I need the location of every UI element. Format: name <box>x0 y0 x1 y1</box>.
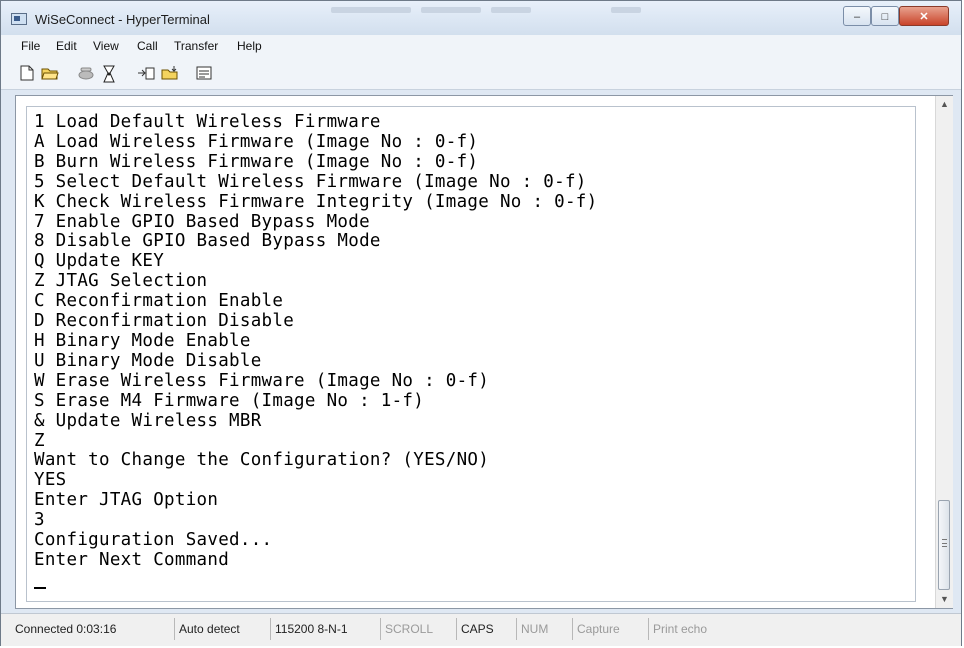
toolbar <box>1 59 961 90</box>
terminal-output[interactable]: 1 Load Default Wireless Firmware A Load W… <box>26 106 916 602</box>
menu-bar: File Edit View Call Transfer Help <box>1 35 961 59</box>
menu-file[interactable]: File <box>21 39 40 53</box>
terminal-line: C Reconfirmation Enable <box>34 291 284 312</box>
status-auto-detect: Auto detect <box>175 618 271 640</box>
terminal-line: Z <box>34 430 45 451</box>
terminal-lines: 1 Load Default Wireless Firmware A Load W… <box>34 112 598 571</box>
scroll-thumb[interactable] <box>938 500 950 590</box>
terminal-line: H Binary Mode Enable <box>34 330 251 351</box>
terminal-line: D Reconfirmation Disable <box>34 311 295 332</box>
menu-edit[interactable]: Edit <box>56 39 77 53</box>
title-bar[interactable]: WiSeConnect - HyperTerminal – □ ✕ <box>1 1 961 35</box>
terminal-line: YES <box>34 470 67 491</box>
status-bar: Connected 0:03:16 Auto detect 115200 8-N… <box>1 613 961 646</box>
background-window-ghost <box>491 7 531 13</box>
terminal-line: U Binary Mode Disable <box>34 350 262 371</box>
terminal-line: K Check Wireless Firmware Integrity (Ima… <box>34 191 598 212</box>
terminal-line: 3 <box>34 510 45 531</box>
scroll-down-arrow-icon[interactable]: ▼ <box>936 591 953 608</box>
menu-transfer[interactable]: Transfer <box>174 39 218 53</box>
terminal-line: Configuration Saved... <box>34 530 273 551</box>
disconnect-icon[interactable] <box>101 65 117 83</box>
scroll-up-arrow-icon[interactable]: ▲ <box>936 96 953 113</box>
status-capture: Capture <box>573 618 649 640</box>
open-folder-icon[interactable] <box>41 65 59 81</box>
terminal-line: B Burn Wireless Firmware (Image No : 0-f… <box>34 151 479 172</box>
terminal-line: W Erase Wireless Firmware (Image No : 0-… <box>34 370 490 391</box>
status-print-echo: Print echo <box>653 622 708 636</box>
grip-icon <box>942 539 947 547</box>
maximize-button[interactable]: □ <box>871 6 899 26</box>
close-button[interactable]: ✕ <box>899 6 949 26</box>
send-file-icon[interactable] <box>137 65 155 81</box>
terminal-frame: 1 Load Default Wireless Firmware A Load W… <box>15 95 953 609</box>
terminal-line: Enter JTAG Option <box>34 490 219 511</box>
background-window-ghost <box>331 7 411 13</box>
text-cursor <box>34 587 46 589</box>
status-connected-time: Connected 0:03:16 <box>11 618 175 640</box>
status-scroll: SCROLL <box>381 618 457 640</box>
vertical-scrollbar[interactable]: ▲ ▼ <box>935 96 953 608</box>
background-window-ghost <box>421 7 481 13</box>
hyperterminal-window: WiSeConnect - HyperTerminal – □ ✕ File E… <box>0 0 962 646</box>
terminal-line: 5 Select Default Wireless Firmware (Imag… <box>34 171 587 192</box>
terminal-line: 7 Enable GPIO Based Bypass Mode <box>34 211 370 232</box>
terminal-line: S Erase M4 Firmware (Image No : 1-f) <box>34 390 425 411</box>
terminal-line: Want to Change the Configuration? (YES/N… <box>34 450 490 471</box>
terminal-line: Q Update KEY <box>34 251 165 272</box>
minimize-button[interactable]: – <box>843 6 871 26</box>
menu-help[interactable]: Help <box>237 39 262 53</box>
menu-view[interactable]: View <box>93 39 119 53</box>
terminal-line: 8 Disable GPIO Based Bypass Mode <box>34 231 381 252</box>
terminal-line: Enter Next Command <box>34 549 230 570</box>
new-file-icon[interactable] <box>19 65 35 81</box>
terminal-line: & Update Wireless MBR <box>34 410 262 431</box>
window-title: WiSeConnect - HyperTerminal <box>35 12 210 27</box>
terminal-line: A Load Wireless Firmware (Image No : 0-f… <box>34 131 479 152</box>
receive-file-icon[interactable] <box>161 65 178 81</box>
app-icon[interactable] <box>11 13 27 25</box>
terminal-line: Z JTAG Selection <box>34 271 208 292</box>
status-caps: CAPS <box>457 618 517 640</box>
status-port-settings: 115200 8-N-1 <box>271 618 381 640</box>
status-num: NUM <box>517 618 573 640</box>
menu-call[interactable]: Call <box>137 39 158 53</box>
properties-icon[interactable] <box>195 65 212 81</box>
phone-dial-icon[interactable] <box>77 65 94 81</box>
terminal-line: 1 Load Default Wireless Firmware <box>34 112 381 132</box>
background-window-ghost <box>611 7 641 13</box>
